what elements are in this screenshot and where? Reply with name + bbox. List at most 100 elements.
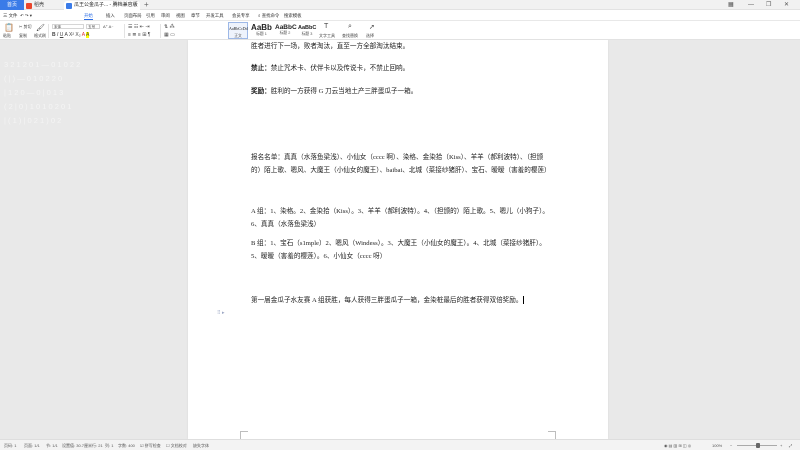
format-painter-icon[interactable]: 🖌: [36, 24, 45, 32]
style-normal[interactable]: AaBbCcDd 正文: [228, 22, 248, 39]
search-command[interactable]: ⌕ 查找命令: [258, 10, 279, 21]
paragraph-handle-icon[interactable]: ⠿ ▸: [217, 310, 225, 316]
search-template[interactable]: 搜索模板: [284, 10, 302, 21]
text-tools-icon[interactable]: T: [324, 23, 328, 30]
ribbon-divider: [160, 24, 161, 38]
doc-paragraph-reward[interactable]: 奖励：胜利的一方获得 G 刀云当地土产三胖蛋瓜子一箱。: [251, 86, 551, 99]
cut-label: 剪切: [23, 24, 32, 29]
tab-document-label: 瓜王公金瓜子... - 腾档兼容版: [74, 2, 138, 8]
font-grow-icon[interactable]: A⁺ A⁻: [103, 24, 113, 29]
format-painter-button[interactable]: 格式刷: [34, 33, 46, 39]
status-line[interactable]: 行: 21: [92, 440, 103, 450]
select-button[interactable]: 选择: [366, 33, 374, 39]
menu-developer[interactable]: 开发工具: [206, 10, 224, 21]
text-tools-button[interactable]: 文字工具: [319, 33, 335, 39]
new-tab-button[interactable]: +: [144, 0, 149, 10]
style-heading2-sample: AaBbC: [275, 24, 297, 31]
paste-button[interactable]: 粘贴: [3, 33, 11, 39]
status-pages[interactable]: 页面: 1/1: [24, 440, 40, 450]
style-heading2[interactable]: AaBbC 标题 2: [274, 22, 297, 39]
copy-button[interactable]: 复制: [19, 33, 27, 39]
zoom-out-button[interactable]: −: [730, 440, 732, 450]
ghost-text: | ( 1 ) | 0 2 1 ) 0 2: [4, 116, 62, 125]
tab-home[interactable]: 首页: [0, 0, 24, 10]
font-format-icons[interactable]: B I U A X² X₂ A A: [52, 32, 90, 38]
minimize-button[interactable]: —: [748, 0, 754, 10]
status-bar: 页码: 1 页面: 1/1 节: 1/1 设置值: 30.7厘米 行: 21 列…: [0, 439, 800, 450]
menu-home[interactable]: 开始: [84, 10, 93, 21]
menu-undo-icons[interactable]: ↶ ↷ ▾: [20, 10, 32, 21]
paste-icon[interactable]: 📋: [4, 23, 14, 32]
style-heading3-sample: AaBbC: [298, 25, 317, 31]
doc-check-label: 文档校对: [170, 443, 187, 448]
menu-review[interactable]: 审阅: [161, 10, 170, 21]
menu-bar: 三 文件 ↶ ↷ ▾ 开始 插入 页面布局 引用 审阅 视图 章节 开发工具 会…: [0, 10, 800, 29]
menu-view[interactable]: 视图: [176, 10, 185, 21]
view-mode-icons[interactable]: ◉ ▤ ▥ ⊞ ◫ ◎: [664, 440, 691, 450]
fullscreen-icon[interactable]: ⤢: [789, 440, 792, 450]
layout-icon[interactable]: ▦: [728, 0, 734, 10]
tab-bar: 首页 稻壳 瓜王公金瓜子... - 腾档兼容版 × + ▦ — ❐ ✕: [0, 0, 800, 10]
ribbon-toolbar: 📋 粘贴 ✂ 剪切 复制 🖌 格式刷 宋体 五号 A⁺ A⁻ B I U A X…: [0, 21, 800, 40]
close-window-button[interactable]: ✕: [784, 0, 789, 10]
ribbon-divider: [48, 24, 49, 38]
menu-references[interactable]: 引用: [146, 10, 155, 21]
tab-docer-label: 稻壳: [34, 2, 45, 8]
doc-paragraph-group-b[interactable]: B 组：1、宝石（s1mple）2、嗯风（Windess）。3、大魔王（小仙女的…: [251, 238, 551, 263]
style-heading3[interactable]: AaBbC 标题 3: [297, 22, 317, 39]
ghost-text: ( 2 | 0 ) 1 0 1 0 2 0 1: [4, 102, 72, 111]
word-doc-icon: [66, 2, 72, 9]
status-section[interactable]: 节: 1/1: [46, 440, 58, 450]
doc-paragraph-roster[interactable]: 报名名单：真真（水落鱼梁浅）、小仙女（cccc 啊）、染格、金染拾（Kiss）、…: [251, 152, 551, 177]
spell-check-toggle[interactable]: ☑ 拼写检查: [140, 440, 161, 450]
tab-docer[interactable]: 稻壳: [24, 1, 62, 10]
text-cursor: [523, 296, 525, 305]
close-tab-icon[interactable]: ×: [133, 1, 137, 10]
search-command-label: 查找命令: [261, 13, 280, 18]
status-column[interactable]: 列: 1: [105, 440, 113, 450]
find-replace-button[interactable]: 查找替换: [342, 33, 358, 39]
margin-corner-mark: [240, 431, 248, 439]
border-icons[interactable]: ▦ ▭: [164, 32, 175, 38]
ribbon-divider: [124, 24, 125, 38]
menu-file[interactable]: 三 文件: [3, 10, 17, 21]
style-heading3-name: 标题 3: [301, 32, 313, 36]
search-icon: ⌕: [258, 13, 261, 18]
select-icon[interactable]: ➚: [369, 23, 375, 31]
menu-insert[interactable]: 插入: [106, 10, 115, 21]
doc-paragraph-rules[interactable]: 胜者进行下一场，败者淘汰，直至一方全部淘汰结束。: [251, 41, 551, 54]
missing-font-button[interactable]: 缺失字体: [193, 440, 209, 450]
cut-button[interactable]: ✂ 剪切: [19, 24, 31, 30]
menu-page-layout[interactable]: 页面布局: [124, 10, 142, 21]
menu-member[interactable]: 会员专享: [232, 10, 250, 21]
zoom-in-button[interactable]: +: [780, 440, 782, 450]
doc-paragraph-group-a[interactable]: A 组：1、染格。2、金染拾（Kiss）。3、羊羊（郝利波特）。4、（担颁的）陌…: [251, 206, 551, 231]
doc-proofread-toggle[interactable]: ☐ 文档校对: [166, 440, 187, 450]
align-icons[interactable]: ≡ ≣ ≡ ⊞ ¶: [128, 32, 150, 38]
tab-document[interactable]: 瓜王公金瓜子... - 腾档兼容版 ×: [64, 1, 140, 10]
checkbox-icon: ☐: [166, 443, 170, 448]
final-text: 第一届金瓜子水友赛 A 组获胜，每人获得三胖蛋瓜子一箱，金染桩最后的胜者获得双倍…: [251, 297, 523, 304]
doc-paragraph-final[interactable]: 第一届金瓜子水友赛 A 组获胜，每人获得三胖蛋瓜子一箱，金染桩最后的胜者获得双倍…: [251, 295, 551, 308]
style-heading1[interactable]: AaBb 标题 1: [250, 22, 273, 39]
list-icons[interactable]: ☰ ☷ ⇤ ⇥: [128, 24, 150, 30]
ban-text: 禁止咒术卡、伏伴卡以及传说卡，不禁止回响。: [270, 65, 410, 72]
menu-chapter[interactable]: 章节: [191, 10, 200, 21]
find-replace-icon[interactable]: ⌕: [348, 23, 352, 31]
style-heading1-sample: AaBb: [251, 23, 272, 32]
ban-label: 禁止：: [251, 65, 271, 72]
ghost-text: 3 2 1 2 0 1 — 0 1 0 2 2: [4, 60, 81, 69]
doc-paragraph-ban[interactable]: 禁止：禁止咒术卡、伏伴卡以及传说卡，不禁止回响。: [251, 63, 551, 76]
restore-button[interactable]: ❐: [766, 0, 771, 10]
status-page[interactable]: 页码: 1: [4, 440, 16, 450]
status-word-count[interactable]: 字数: 400: [118, 440, 135, 450]
style-heading2-name: 标题 2: [279, 31, 291, 35]
font-size-select[interactable]: 五号: [86, 24, 100, 29]
font-name-select[interactable]: 宋体: [52, 24, 84, 29]
status-position[interactable]: 设置值: 30.7厘米: [62, 440, 92, 450]
ghost-text: | 1 2 0 — 0 | 0 1 3: [4, 88, 64, 97]
sort-icons[interactable]: ⇅ ⁂: [164, 24, 175, 30]
zoom-slider-handle[interactable]: [756, 443, 760, 448]
reward-text: 胜利的一方获得 G 刀云当地土产三胖蛋瓜子一箱。: [270, 88, 418, 95]
zoom-level[interactable]: 100%: [712, 440, 722, 450]
